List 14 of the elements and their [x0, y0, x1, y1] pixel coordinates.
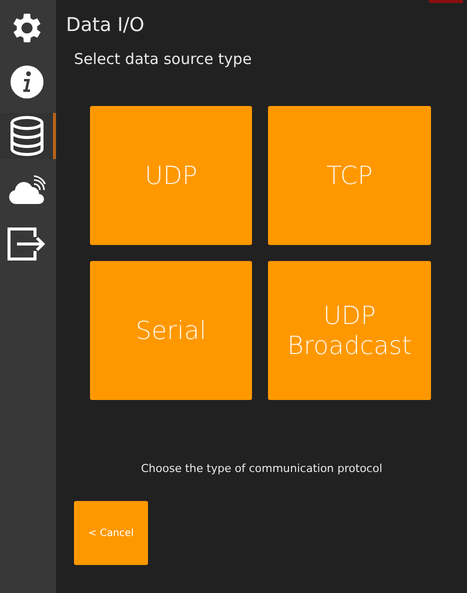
source-type-tile[interactable]: TCP	[268, 106, 431, 245]
hint-text: Choose the type of communication protocol	[141, 462, 384, 475]
exit-icon	[6, 227, 46, 261]
source-type-tile[interactable]: UDP Broadcast	[268, 261, 431, 400]
source-type-tile[interactable]: Serial	[90, 261, 252, 400]
subtitle: Select data source type	[74, 50, 253, 68]
source-type-tile[interactable]: UDP	[90, 106, 252, 245]
cloud-signal-icon	[8, 175, 46, 205]
info-icon	[8, 64, 44, 100]
sidebar-nav-button[interactable]	[0, 113, 56, 159]
database-icon	[8, 115, 44, 157]
cancel-button[interactable]: < Cancel	[74, 501, 148, 565]
page-title: Data I/O	[66, 14, 146, 36]
top-accent-bar	[429, 0, 463, 3]
